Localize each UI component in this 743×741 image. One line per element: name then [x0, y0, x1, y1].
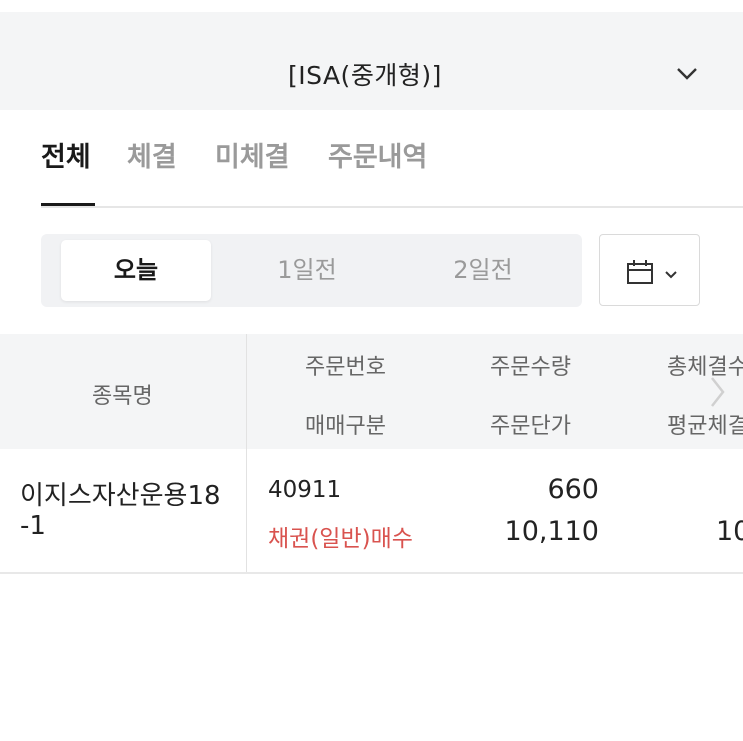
- account-title: [ISA(중개형)]: [288, 61, 442, 90]
- table-header: 종목명 주문번호 매매구분 주문수량 주문단가 총체결수 평균체결: [0, 334, 743, 449]
- chevron-down-icon: [664, 265, 678, 284]
- chevron-right-icon[interactable]: [708, 375, 726, 413]
- date-1day-button[interactable]: 1일전: [232, 240, 382, 301]
- calendar-icon: [626, 259, 654, 289]
- calendar-button[interactable]: [599, 234, 700, 306]
- tab-all[interactable]: 전체: [41, 134, 95, 208]
- average-price: 10: [716, 516, 743, 547]
- column-divider: [246, 334, 247, 449]
- date-today-button[interactable]: 오늘: [61, 240, 211, 301]
- header-name: 종목명: [92, 384, 153, 409]
- order-price: 10,110: [504, 516, 599, 547]
- tab-order-history[interactable]: 주문내역: [328, 134, 427, 208]
- tabs-divider: [41, 206, 743, 208]
- account-selector[interactable]: [ISA(중개형)]: [0, 12, 743, 110]
- header-total-filled: 총체결수: [667, 355, 743, 380]
- order-number: 40911: [268, 477, 342, 503]
- header-order-price: 주문단가: [490, 414, 571, 439]
- table-row[interactable]: 이지스자산운용18-1 40911 채권(일반)매수 660 10,110 10: [0, 449, 743, 574]
- tab-filled[interactable]: 체결: [127, 134, 177, 208]
- date-filter: 오늘 1일전 2일전: [41, 234, 582, 307]
- header-trade-type: 매매구분: [305, 414, 386, 439]
- column-divider: [246, 449, 247, 572]
- stock-name: 이지스자산운용18-1: [20, 481, 221, 541]
- header-order-no: 주문번호: [305, 355, 386, 380]
- tab-unfilled[interactable]: 미체결: [215, 134, 290, 208]
- order-quantity: 660: [547, 474, 599, 505]
- trade-type: 채권(일반)매수: [268, 526, 413, 552]
- date-2day-button[interactable]: 2일전: [408, 240, 558, 301]
- chevron-down-icon[interactable]: [672, 62, 702, 86]
- header-order-qty: 주문수량: [490, 355, 571, 380]
- header-avg-price: 평균체결: [667, 414, 743, 439]
- order-tabs: 전체 체결 미체결 주문내역: [41, 134, 743, 208]
